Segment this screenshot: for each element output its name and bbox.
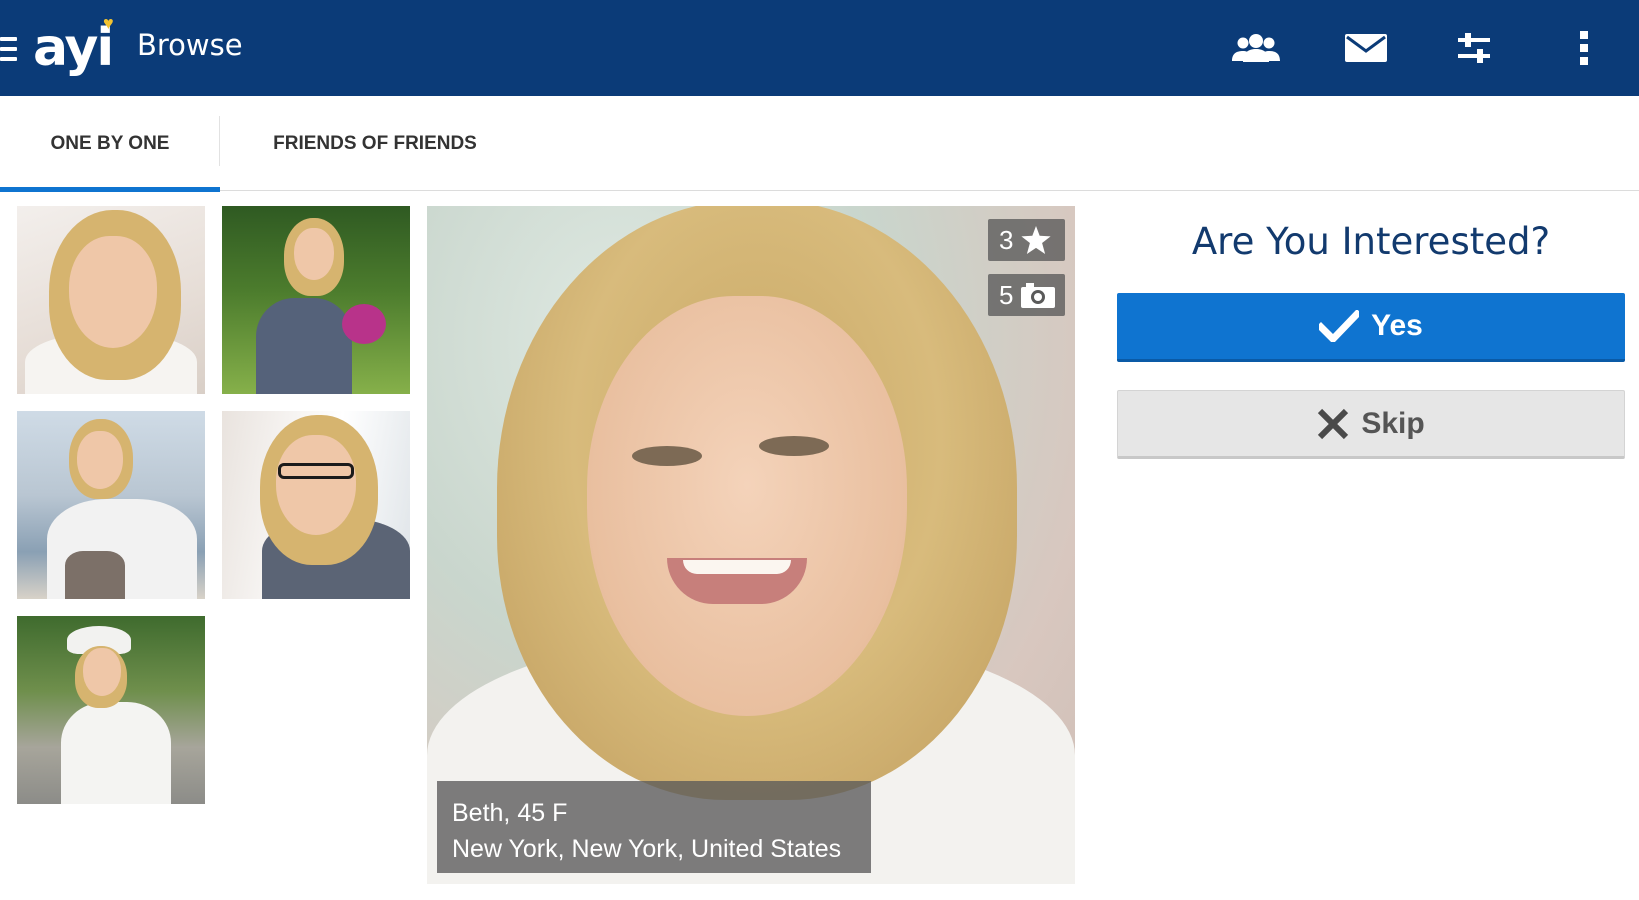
profile-thumbnail-1[interactable] [17, 206, 205, 394]
rating-badge: 3 [988, 219, 1065, 261]
photo-count: 5 [999, 279, 1014, 310]
logo-heart-icon: ♥ [103, 13, 114, 33]
skip-label: Skip [1361, 406, 1425, 440]
profile-caption: Beth, 45 F New York, New York, United St… [437, 781, 871, 873]
teeth-decor [683, 560, 791, 574]
profile-thumbnail-4[interactable] [222, 411, 410, 599]
app-root: ayi ♥ Browse ONE BY ONE FRIENDS OF FRIEN… [0, 0, 1639, 900]
top-app-bar: ayi ♥ Browse [0, 0, 1639, 96]
photo-count-badge: 5 [988, 274, 1065, 316]
main-profile-photo[interactable]: 3 5 Beth, 45 F New York, New York, Unite… [427, 206, 1075, 884]
logo-text: ayi [33, 18, 114, 78]
yes-label: Yes [1371, 309, 1423, 342]
tab-one-by-one[interactable]: ONE BY ONE [0, 96, 220, 192]
ayi-logo[interactable]: ayi ♥ [33, 8, 125, 88]
close-icon [1317, 408, 1349, 440]
tab-friends-of-friends-label: FRIENDS OF FRIENDS [273, 132, 477, 154]
mail-icon[interactable] [1337, 24, 1395, 72]
profile-photo-image [17, 411, 205, 599]
eye-decor [759, 436, 829, 456]
rating-count: 3 [999, 224, 1014, 255]
people-icon[interactable] [1227, 24, 1285, 72]
tab-friends-of-friends[interactable]: FRIENDS OF FRIENDS [220, 96, 530, 191]
knees-decor [65, 551, 125, 599]
camera-icon [1021, 282, 1056, 308]
checkmark-icon [1319, 310, 1360, 342]
page-title: Browse [137, 28, 243, 62]
profile-thumbnail-3[interactable] [17, 411, 205, 599]
tab-one-by-one-label: ONE BY ONE [50, 132, 170, 154]
active-tab-indicator [0, 187, 220, 192]
profile-location: New York, New York, United States [452, 835, 842, 863]
profile-thumbnail-5[interactable] [17, 616, 205, 804]
profile-name-age: Beth, 45 F [452, 799, 568, 827]
interest-question: Are You Interested? [1191, 220, 1551, 263]
overflow-menu-icon[interactable] [1555, 24, 1613, 72]
profile-photo-image [222, 411, 410, 599]
profile-photo-image [222, 206, 410, 394]
glasses-decor [278, 463, 354, 479]
flowers-decor [342, 304, 386, 344]
profile-photo-image [17, 616, 205, 804]
star-icon [1021, 226, 1052, 254]
nav-drawer-icon[interactable] [0, 35, 18, 63]
eye-decor [632, 446, 702, 466]
profile-photo-image [17, 206, 205, 394]
yes-button[interactable]: Yes [1117, 293, 1625, 362]
sliders-icon[interactable] [1445, 24, 1503, 72]
skip-button[interactable]: Skip [1117, 390, 1625, 459]
profile-thumbnail-2[interactable] [222, 206, 410, 394]
tab-bar: ONE BY ONE FRIENDS OF FRIENDS [0, 96, 1639, 192]
